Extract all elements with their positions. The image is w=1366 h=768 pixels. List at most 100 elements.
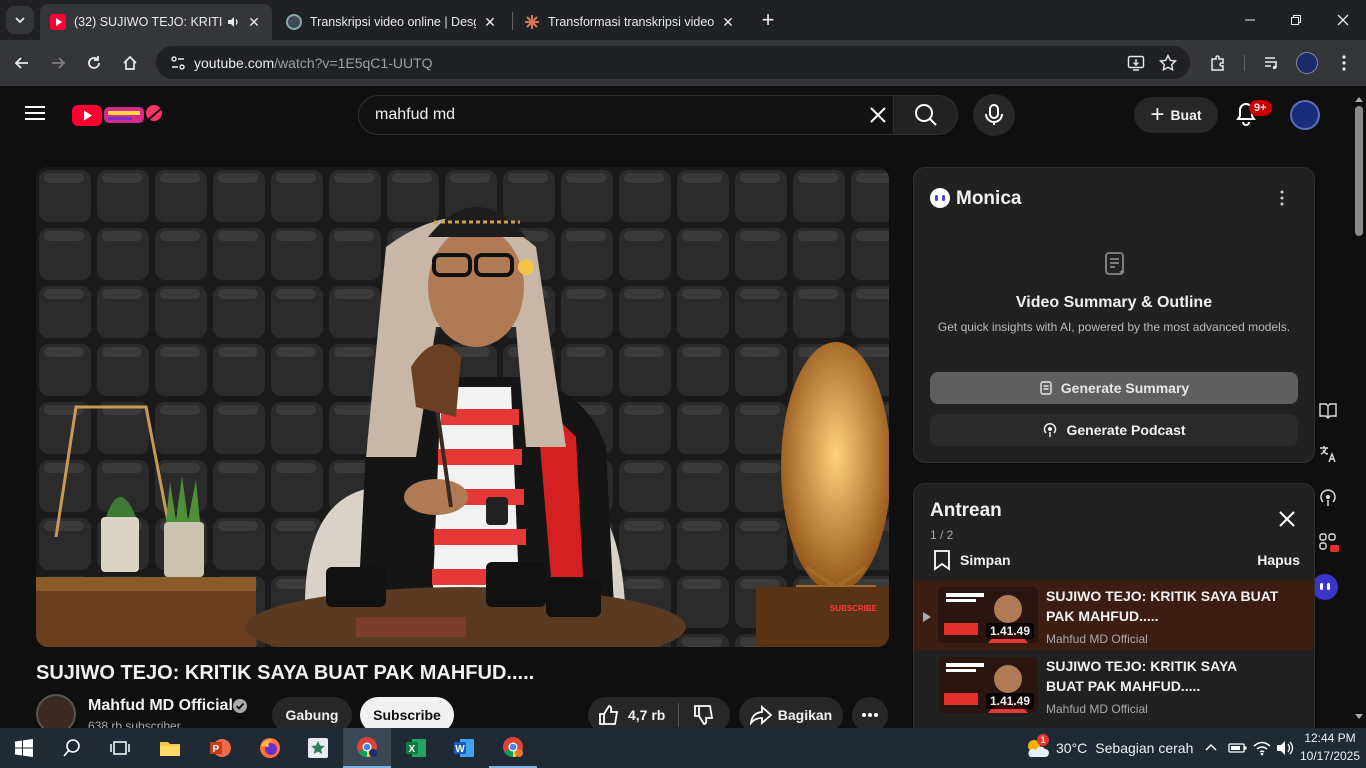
- duration-badge: 1.41.49: [985, 693, 1034, 709]
- media-queue-icon: [1265, 57, 1277, 70]
- reload-icon: [88, 56, 100, 69]
- chrome-icon: [503, 737, 523, 758]
- home-button[interactable]: [116, 49, 144, 77]
- voice-search-button[interactable]: [973, 94, 1015, 136]
- video-player[interactable]: SUBSCRIBE: [36, 167, 889, 647]
- file-explorer-button[interactable]: [146, 728, 194, 768]
- monica-menu-button[interactable]: [1280, 190, 1288, 208]
- word-button[interactable]: W: [440, 728, 488, 768]
- monica-toggle-button[interactable]: [1312, 574, 1338, 600]
- hamburger-menu-button[interactable]: [24, 104, 48, 124]
- duration-badge: 1.41.49: [985, 623, 1034, 639]
- share-icon: [749, 705, 772, 725]
- windows-logo-icon: [15, 739, 33, 757]
- thumbs-down-icon: [694, 705, 714, 725]
- close-tab-icon[interactable]: ✕: [246, 14, 262, 31]
- generate-podcast-button[interactable]: Generate Podcast: [930, 414, 1298, 446]
- generate-summary-label: Generate Summary: [1060, 380, 1190, 396]
- share-label: Bagikan: [777, 707, 833, 723]
- profile-avatar[interactable]: [1296, 52, 1318, 74]
- page-scrollbar[interactable]: [1352, 88, 1366, 728]
- queue-item[interactable]: 1.41.49 SUJIWO TEJO: KRITIK SAYA BUAT PA…: [914, 652, 1313, 722]
- weather-description: Sebagian cerah: [1095, 740, 1194, 756]
- taskbar-search-button[interactable]: [48, 728, 96, 768]
- back-button[interactable]: [8, 49, 36, 77]
- chrome-profile-button[interactable]: [489, 728, 537, 768]
- store-app-button[interactable]: [294, 728, 342, 768]
- powerpoint-button[interactable]: P: [196, 728, 244, 768]
- podcast-side-icon[interactable]: [1318, 488, 1340, 510]
- url-host: youtube.com: [194, 54, 275, 71]
- queue-item-title: SUJIWO TEJO: KRITIK SAYA BUAT PAK MAHFUD…: [1046, 658, 1237, 694]
- apps-icon[interactable]: [1318, 532, 1340, 554]
- menu-icon: [25, 106, 45, 120]
- subscribe-watermark: SUBSCRIBE: [829, 604, 877, 613]
- battery-icon[interactable]: [1228, 741, 1248, 755]
- queue-item[interactable]: 1.41.49 SUJIWO TEJO: KRITIK SAYA BUAT PA…: [914, 580, 1313, 650]
- excel-button[interactable]: X: [392, 728, 440, 768]
- reload-button[interactable]: [80, 49, 108, 77]
- tab-youtube[interactable]: (32) SUJIWO TEJO: KRITIK SAYA BUAT PAK M…: [40, 4, 272, 40]
- minimize-button[interactable]: [1236, 6, 1264, 34]
- install-icon: [1127, 55, 1145, 71]
- extensions-button[interactable]: [1204, 49, 1232, 77]
- address-bar[interactable]: youtube.com/watch?v=1E5qC1-UUTQ: [156, 46, 1190, 79]
- bookmark-button[interactable]: [1154, 49, 1182, 77]
- firefox-button[interactable]: [246, 728, 294, 768]
- check-icon: [235, 702, 245, 710]
- close-tab-icon[interactable]: ✕: [482, 14, 498, 31]
- tab-desgram[interactable]: Transkripsi video online | Desgram ✕: [276, 4, 508, 40]
- clock-time[interactable]: 12:44 PM: [1300, 731, 1360, 745]
- clear-queue-button[interactable]: Hapus: [1248, 552, 1300, 568]
- chrome-button[interactable]: [343, 728, 391, 768]
- tab-claude[interactable]: Transformasi transkripsi video YouTube ✕: [514, 4, 746, 40]
- restore-button[interactable]: [1282, 6, 1310, 34]
- generate-podcast-label: Generate Podcast: [1066, 422, 1186, 438]
- youtube-icon: [50, 14, 66, 30]
- more-vertical-icon: [1280, 190, 1284, 206]
- video-title: SUJIWO TEJO: KRITIK SAYA BUAT PAK MAHFUD…: [36, 662, 535, 684]
- reader-icon[interactable]: [1318, 400, 1340, 422]
- task-view-button[interactable]: [96, 728, 144, 768]
- queue-thumbnail: 1.41.49: [938, 587, 1038, 643]
- search-input[interactable]: mahfud md: [375, 106, 455, 124]
- clear-search-button[interactable]: [862, 99, 894, 131]
- browser-menu-button[interactable]: [1330, 49, 1358, 77]
- tab-search-button[interactable]: [6, 6, 34, 34]
- site-info-icon[interactable]: [170, 55, 186, 71]
- video-frame: [36, 167, 889, 647]
- wifi-icon[interactable]: [1253, 740, 1271, 756]
- youtube-search-box[interactable]: mahfud md: [358, 95, 894, 135]
- media-control-button[interactable]: [1258, 49, 1286, 77]
- speaker-icon[interactable]: [226, 15, 240, 29]
- queue-item-title: SUJIWO TEJO: KRITIK SAYA BUAT PAK MAHFUD…: [1046, 588, 1279, 624]
- verified-badge-icon: [233, 699, 247, 713]
- youtube-logo[interactable]: [72, 102, 168, 128]
- channel-name[interactable]: Mahfud MD Official: [88, 697, 233, 715]
- volume-icon[interactable]: [1276, 740, 1294, 756]
- task-view-icon: [110, 741, 130, 755]
- generate-summary-button[interactable]: Generate Summary: [930, 372, 1298, 404]
- queue-position: 1 / 2: [930, 528, 954, 542]
- search-icon: [63, 739, 80, 757]
- search-button[interactable]: [894, 95, 958, 135]
- account-avatar[interactable]: [1290, 100, 1320, 130]
- close-tab-icon[interactable]: ✕: [720, 14, 736, 31]
- svg-text:W: W: [455, 744, 465, 755]
- search-icon: [914, 104, 937, 126]
- tab-title: Transkripsi video online | Desgram: [310, 15, 476, 29]
- folder-icon: [160, 742, 180, 756]
- new-tab-button[interactable]: +: [754, 6, 782, 34]
- more-vertical-icon: [1342, 55, 1346, 71]
- show-hidden-icons-button[interactable]: [1204, 740, 1220, 756]
- weather-widget[interactable]: 30°C Sebagian cerah: [1024, 728, 1193, 768]
- close-queue-button[interactable]: [1278, 510, 1298, 530]
- close-window-button[interactable]: [1329, 6, 1357, 34]
- translate-icon[interactable]: [1318, 444, 1340, 466]
- forward-button[interactable]: [44, 49, 72, 77]
- clock-date[interactable]: 10/17/2025: [1298, 749, 1362, 763]
- install-app-button[interactable]: [1122, 49, 1150, 77]
- create-button[interactable]: + Buat: [1134, 97, 1218, 133]
- start-button[interactable]: [0, 728, 48, 768]
- save-queue-button[interactable]: Simpan: [932, 549, 1011, 571]
